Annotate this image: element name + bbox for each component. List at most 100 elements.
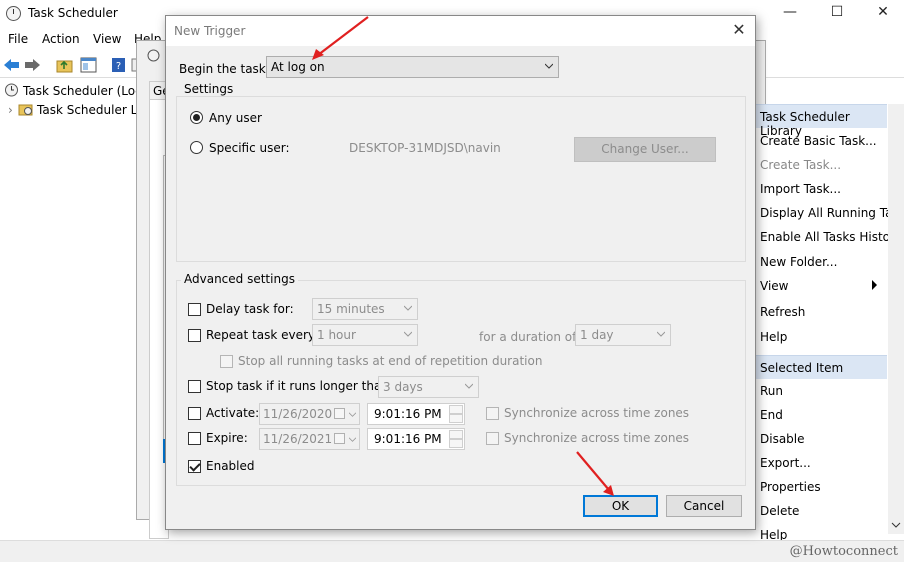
dialog-title-bar: New Trigger ✕ bbox=[166, 16, 755, 46]
action-item[interactable]: Create Task... bbox=[760, 158, 841, 172]
minimize-button[interactable]: — bbox=[780, 4, 800, 20]
duration-select[interactable]: 1 day bbox=[575, 324, 671, 346]
selected-item-action[interactable]: Export... bbox=[760, 456, 811, 470]
forward-arrow-icon[interactable] bbox=[24, 57, 41, 73]
menu-action[interactable]: Action bbox=[42, 32, 80, 46]
menu-view[interactable]: View bbox=[93, 32, 121, 46]
action-item[interactable]: Help bbox=[760, 330, 787, 344]
spin-down-icon[interactable] bbox=[449, 414, 463, 423]
selected-item-action[interactable]: Delete bbox=[760, 504, 799, 518]
specific-user-label: Specific user: bbox=[209, 141, 290, 155]
action-item[interactable]: Display All Running Tasks bbox=[760, 206, 904, 220]
activate-sync-checkbox[interactable] bbox=[486, 407, 499, 420]
cancel-button[interactable]: Cancel bbox=[666, 495, 742, 517]
begin-task-label: Begin the task: bbox=[179, 62, 270, 76]
activate-label: Activate: bbox=[206, 406, 260, 420]
repeat-task-value: 1 hour bbox=[317, 328, 356, 342]
chevron-down-icon bbox=[404, 305, 412, 311]
main-window-title: Task Scheduler bbox=[28, 6, 118, 20]
activate-time-picker[interactable]: 9:01:16 PM bbox=[367, 403, 465, 425]
calendar-icon[interactable] bbox=[334, 408, 345, 419]
stop-if-longer-label: Stop task if it runs longer than: bbox=[206, 379, 393, 393]
svg-text:?: ? bbox=[116, 61, 121, 72]
duration-label: for a duration of: bbox=[479, 330, 580, 344]
expire-sync-checkbox[interactable] bbox=[486, 432, 499, 445]
settings-group-title: Settings bbox=[181, 82, 237, 96]
delay-task-select[interactable]: 15 minutes bbox=[312, 298, 418, 320]
enabled-checkbox[interactable] bbox=[188, 460, 201, 473]
specific-user-radio[interactable] bbox=[190, 141, 203, 154]
submenu-arrow-icon bbox=[872, 280, 877, 290]
any-user-label: Any user bbox=[209, 111, 262, 125]
repeat-task-checkbox[interactable] bbox=[188, 329, 201, 342]
repeat-task-select[interactable]: 1 hour bbox=[312, 324, 418, 346]
folder-up-icon[interactable] bbox=[56, 57, 73, 73]
activate-date-value: 11/26/2020 bbox=[263, 407, 333, 421]
chevron-down-icon bbox=[657, 331, 665, 337]
chevron-down-icon bbox=[465, 383, 473, 389]
close-window-button[interactable]: ✕ bbox=[873, 4, 893, 20]
delay-task-label: Delay task for: bbox=[206, 302, 294, 316]
help-book-icon[interactable]: ? bbox=[110, 57, 127, 73]
actions-section-selected-item[interactable]: Selected Item bbox=[752, 355, 887, 379]
clock-icon bbox=[5, 83, 18, 97]
action-item[interactable]: Import Task... bbox=[760, 182, 841, 196]
repeat-task-label: Repeat task every: bbox=[206, 328, 319, 342]
calendar-icon[interactable] bbox=[334, 433, 345, 444]
selected-item-action[interactable]: End bbox=[760, 408, 783, 422]
expire-checkbox[interactable] bbox=[188, 432, 201, 445]
enabled-label: Enabled bbox=[206, 459, 255, 473]
activate-time-value: 9:01:16 PM bbox=[374, 407, 442, 421]
selected-item-action[interactable]: Disable bbox=[760, 432, 805, 446]
back-arrow-icon[interactable] bbox=[3, 57, 20, 73]
stop-if-longer-checkbox[interactable] bbox=[188, 380, 201, 393]
expire-date-picker[interactable]: 11/26/2021 bbox=[259, 428, 360, 450]
show-hide-console-icon[interactable] bbox=[80, 57, 97, 73]
actions-pane: Task Scheduler Library Create Basic Task… bbox=[752, 104, 904, 544]
actions-scrollbar[interactable] bbox=[888, 104, 904, 534]
stop-running-tasks-checkbox[interactable] bbox=[220, 355, 233, 368]
action-item[interactable]: New Folder... bbox=[760, 255, 837, 269]
section-selected-title: Selected Item bbox=[760, 361, 844, 375]
delay-task-value: 15 minutes bbox=[317, 302, 385, 316]
delay-task-checkbox[interactable] bbox=[188, 303, 201, 316]
action-item[interactable]: Create Basic Task... bbox=[760, 134, 877, 148]
spin-up-icon[interactable] bbox=[449, 430, 463, 439]
expire-sync-label: Synchronize across time zones bbox=[504, 431, 690, 445]
tree-item-task-scheduler-local[interactable]: Task Scheduler (Local) bbox=[4, 83, 157, 101]
dialog-close-icon[interactable]: ✕ bbox=[731, 20, 747, 39]
ok-button[interactable]: OK bbox=[583, 495, 658, 517]
stop-running-tasks-label: Stop all running tasks at end of repetit… bbox=[238, 354, 543, 368]
any-user-radio[interactable] bbox=[190, 111, 203, 124]
maximize-button[interactable]: ☐ bbox=[827, 4, 847, 20]
expire-date-value: 11/26/2021 bbox=[263, 432, 333, 446]
stop-if-longer-value: 3 days bbox=[383, 380, 423, 394]
chevron-down-icon bbox=[349, 437, 356, 442]
chevron-down-icon bbox=[545, 63, 553, 69]
stop-if-longer-select[interactable]: 3 days bbox=[378, 376, 479, 398]
expand-chevron-icon[interactable]: › bbox=[8, 103, 18, 117]
change-user-button[interactable]: Change User... bbox=[574, 137, 716, 162]
expire-time-value: 9:01:16 PM bbox=[374, 432, 442, 446]
watermark: @Howtoconnect bbox=[789, 544, 898, 559]
spin-up-icon[interactable] bbox=[449, 405, 463, 414]
action-item[interactable]: Refresh bbox=[760, 305, 805, 319]
selected-item-action[interactable]: Run bbox=[760, 384, 783, 398]
activate-checkbox[interactable] bbox=[188, 407, 201, 420]
action-item[interactable]: View bbox=[760, 279, 788, 293]
actions-section-library[interactable]: Task Scheduler Library bbox=[752, 104, 887, 138]
spin-down-icon[interactable] bbox=[449, 439, 463, 448]
clock-icon bbox=[147, 49, 160, 62]
status-bar: @Howtoconnect bbox=[0, 540, 904, 562]
action-item[interactable]: Enable All Tasks History bbox=[760, 230, 902, 244]
library-folder-icon bbox=[18, 104, 33, 116]
begin-task-value: At log on bbox=[271, 60, 325, 74]
menu-file[interactable]: File bbox=[8, 32, 28, 46]
scroll-down-icon[interactable] bbox=[891, 520, 901, 530]
dialog-title: New Trigger bbox=[174, 24, 246, 38]
selected-item-action[interactable]: Properties bbox=[760, 480, 821, 494]
activate-date-picker[interactable]: 11/26/2020 bbox=[259, 403, 360, 425]
console-tree: Task Scheduler (Local) › Task Scheduler L… bbox=[0, 80, 173, 540]
expire-time-picker[interactable]: 9:01:16 PM bbox=[367, 428, 465, 450]
begin-task-select[interactable]: At log on bbox=[266, 56, 559, 78]
